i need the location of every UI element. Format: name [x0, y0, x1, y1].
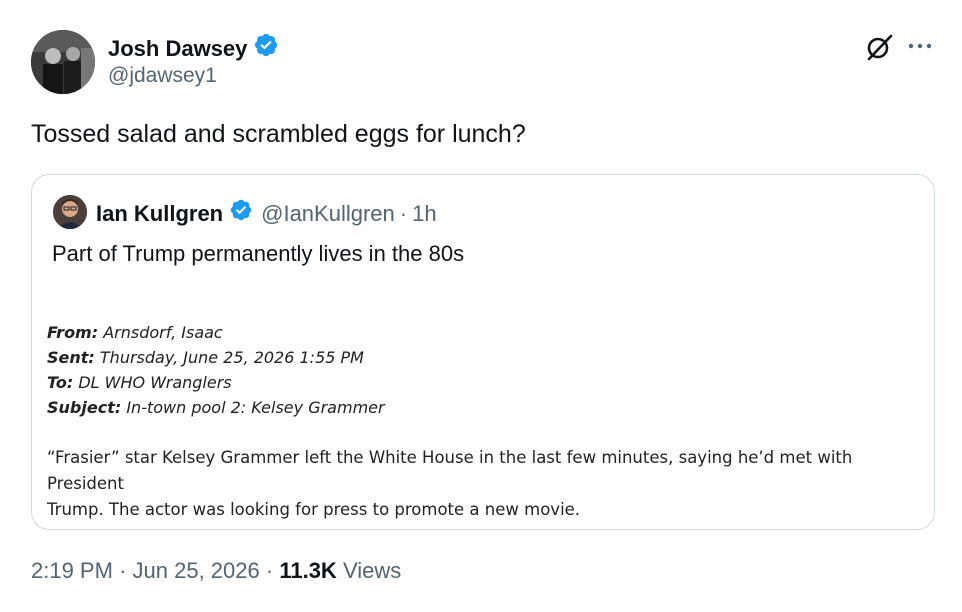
email-to-value: DL WHO Wranglers [78, 373, 232, 392]
email-body: “Frasier” star Kelsey Grammer left the W… [47, 445, 927, 523]
email-body-line: “Frasier” star Kelsey Grammer left the W… [47, 448, 853, 493]
email-body-line: Trump. The actor was looking for press t… [47, 500, 581, 519]
quoted-timestamp[interactable]: 1h [412, 200, 436, 228]
meta-separator: · [265, 558, 274, 583]
tweet-time[interactable]: 2:19 PM [31, 558, 113, 583]
email-to: To: DL WHO Wranglers [47, 370, 927, 395]
quoted-tweet-card[interactable]: Ian Kullgren @IanKullgren · 1h Part of T… [31, 174, 935, 530]
tweet-meta: 2:19 PM · Jun 25, 2026 · 11.3K Views [31, 556, 401, 586]
email-sent-label: Sent: [47, 348, 95, 367]
author-avatar[interactable] [31, 30, 95, 94]
email-sent-value: Thursday, June 25, 2026 1:55 PM [99, 348, 364, 367]
email-to-label: To: [47, 373, 74, 392]
email-subject: Subject: In-town pool 2: Kelsey Grammer [47, 395, 927, 420]
views-label[interactable]: Views [343, 558, 401, 583]
more-icon[interactable] [906, 34, 934, 58]
quoted-header: Ian Kullgren @IanKullgren · 1h [96, 198, 437, 229]
verified-badge-icon [229, 198, 253, 229]
email-subject-value: In-town pool 2: Kelsey Grammer [126, 398, 385, 417]
tweet-text: Tossed salad and scrambled eggs for lunc… [31, 120, 526, 148]
quoted-text: Part of Trump permanently lives in the 8… [52, 241, 465, 266]
quoted-separator: · [399, 200, 408, 226]
email-from: From: Arnsdorf, Isaac [47, 320, 927, 345]
grok-icon[interactable] [864, 32, 894, 62]
email-subject-label: Subject: [47, 398, 122, 417]
email-from-value: Arnsdorf, Isaac [103, 323, 223, 342]
quoted-author-avatar[interactable] [53, 195, 87, 229]
views-count[interactable]: 11.3K [279, 558, 337, 583]
tweet-date[interactable]: Jun 25, 2026 [133, 558, 260, 583]
email-from-label: From: [47, 323, 99, 342]
quoted-author-handle[interactable]: @IanKullgren [261, 200, 395, 228]
author-handle[interactable]: @jdawsey1 [108, 62, 217, 90]
email-screenshot: From: Arnsdorf, Isaac Sent: Thursday, Ju… [47, 320, 927, 523]
author-name-text[interactable]: Josh Dawsey [108, 35, 247, 63]
author-name[interactable]: Josh Dawsey [108, 32, 279, 65]
quoted-author-name[interactable]: Ian Kullgren [96, 200, 223, 228]
email-sent: Sent: Thursday, June 25, 2026 1:55 PM [47, 345, 927, 370]
verified-badge-icon [253, 32, 279, 65]
meta-separator: · [119, 558, 127, 583]
